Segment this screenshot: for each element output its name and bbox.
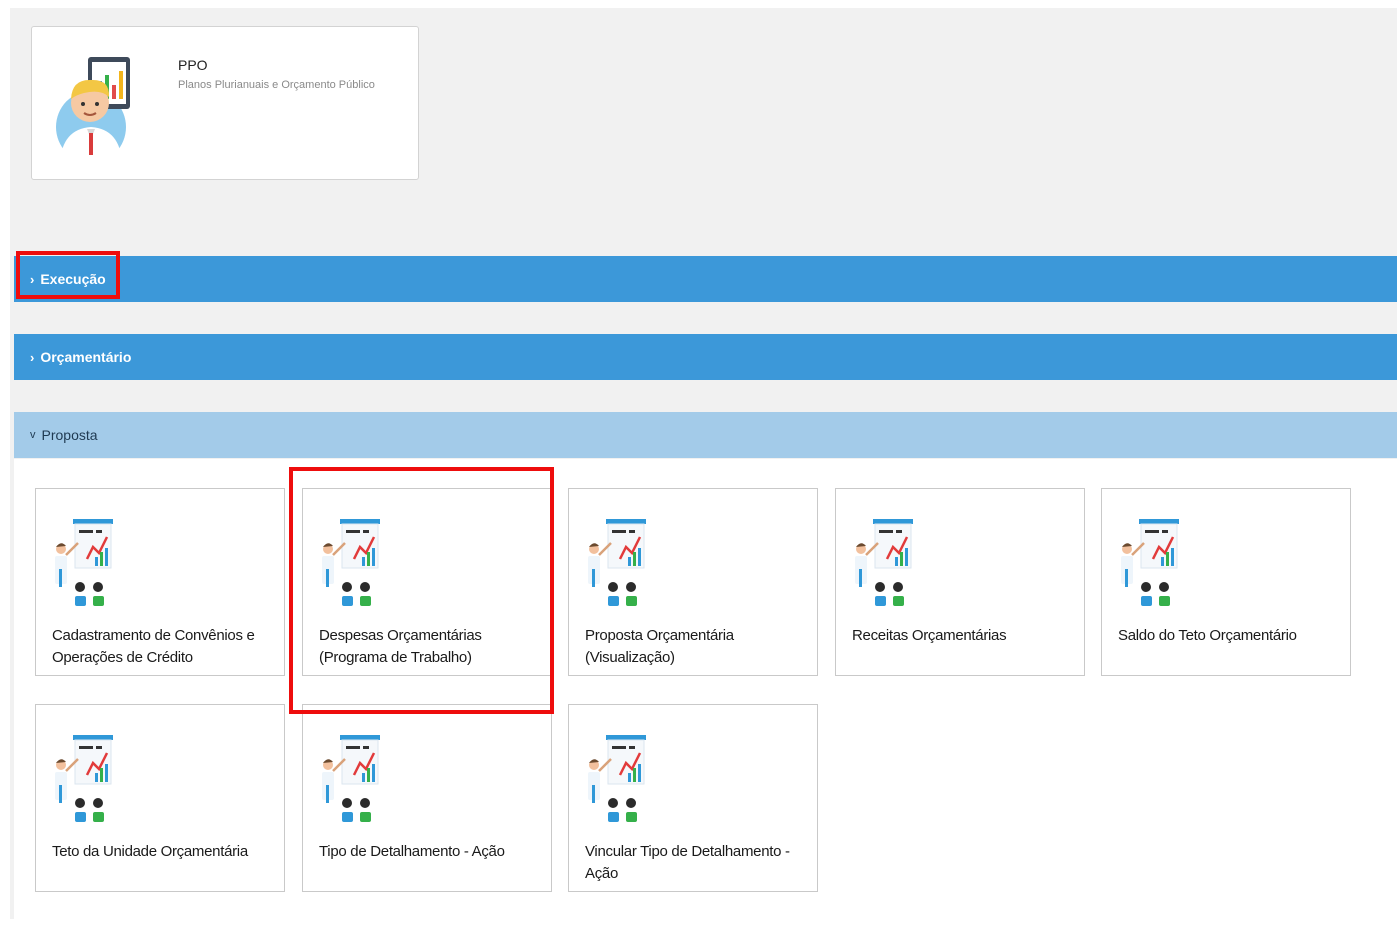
presentation-icon [55, 519, 113, 606]
section-label: Orçamentário [40, 349, 132, 365]
tile-proposta-orcamentaria[interactable]: Proposta Orçamentária (Visualização) [568, 488, 818, 676]
tile-label: Saldo do Teto Orçamentário [1118, 627, 1297, 644]
presenter-avatar-icon [56, 57, 130, 163]
section-label: Proposta [41, 427, 98, 443]
tile-cadastramento-convenios[interactable]: Cadastramento de Convênios e Operações d… [35, 488, 285, 676]
tile-vincular-tipo-detalhamento[interactable]: Vincular Tipo de Detalhamento - Ação [568, 704, 818, 892]
tile-label: Proposta Orçamentária (Visualização) [585, 627, 734, 666]
presentation-icon [1121, 519, 1179, 606]
tile-label: Cadastramento de Convênios e Operações d… [52, 627, 255, 666]
chevron-right-icon: › [30, 271, 35, 287]
presentation-icon [588, 735, 646, 822]
tile-despesas-orcamentarias[interactable]: Despesas Orçamentárias (Programa de Trab… [302, 488, 552, 676]
section-proposta[interactable]: v Proposta [14, 412, 1397, 458]
tile-teto-unidade[interactable]: Teto da Unidade Orçamentária [35, 704, 285, 892]
presentation-icon [322, 735, 380, 822]
chevron-right-icon: › [30, 349, 35, 365]
tile-label: Tipo de Detalhamento - Ação [319, 843, 505, 860]
app-subtitle: Planos Plurianuais e Orçamento Público [178, 79, 375, 91]
tile-saldo-teto[interactable]: Saldo do Teto Orçamentário [1101, 488, 1351, 676]
app-title: PPO [178, 57, 208, 73]
tile-label: Teto da Unidade Orçamentária [52, 843, 248, 860]
presentation-icon [588, 519, 646, 606]
tile-label: Despesas Orçamentárias (Programa de Trab… [319, 627, 482, 666]
tile-tipo-detalhamento[interactable]: Tipo de Detalhamento - Ação [302, 704, 552, 892]
presentation-icon [322, 519, 380, 606]
section-label: Execução [40, 271, 106, 287]
presentation-icon [55, 735, 113, 822]
chevron-down-icon: v [30, 429, 36, 441]
presentation-icon [855, 519, 913, 606]
tile-label: Vincular Tipo de Detalhamento - Ação [585, 843, 790, 882]
tile-label: Receitas Orçamentárias [852, 627, 1007, 644]
app-card[interactable]: PPO Planos Plurianuais e Orçamento Públi… [31, 26, 419, 180]
tile-receitas-orcamentarias[interactable]: Receitas Orçamentárias [835, 488, 1085, 676]
section-orcamentario[interactable]: › Orçamentário [14, 334, 1397, 380]
section-execucao[interactable]: › Execução [14, 256, 1397, 302]
